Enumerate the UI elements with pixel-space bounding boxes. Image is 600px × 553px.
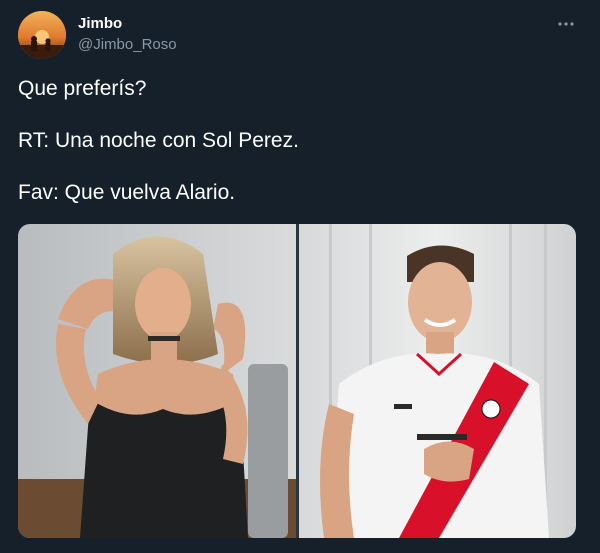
author-handle[interactable]: @Jimbo_Roso — [78, 36, 177, 53]
more-options-icon[interactable] — [554, 12, 578, 36]
media-photo-right[interactable] — [299, 224, 576, 538]
media-photo-left[interactable] — [18, 224, 296, 538]
author-display-name[interactable]: Jimbo — [78, 15, 122, 32]
tweet-line-rt: RT: Una noche con Sol Perez. — [18, 129, 299, 152]
tweet-card: Jimbo @Jimbo_Roso Que preferís? RT: Una … — [0, 0, 600, 553]
tweet-line-fav: Fav: Que vuelva Alario. — [18, 181, 236, 204]
tweet-line-question: Que preferís? — [18, 77, 147, 100]
tweet-body: Que preferís? RT: Una noche con Sol Pere… — [18, 75, 578, 231]
tweet-media-grid — [18, 224, 576, 538]
author-avatar[interactable] — [18, 11, 66, 59]
